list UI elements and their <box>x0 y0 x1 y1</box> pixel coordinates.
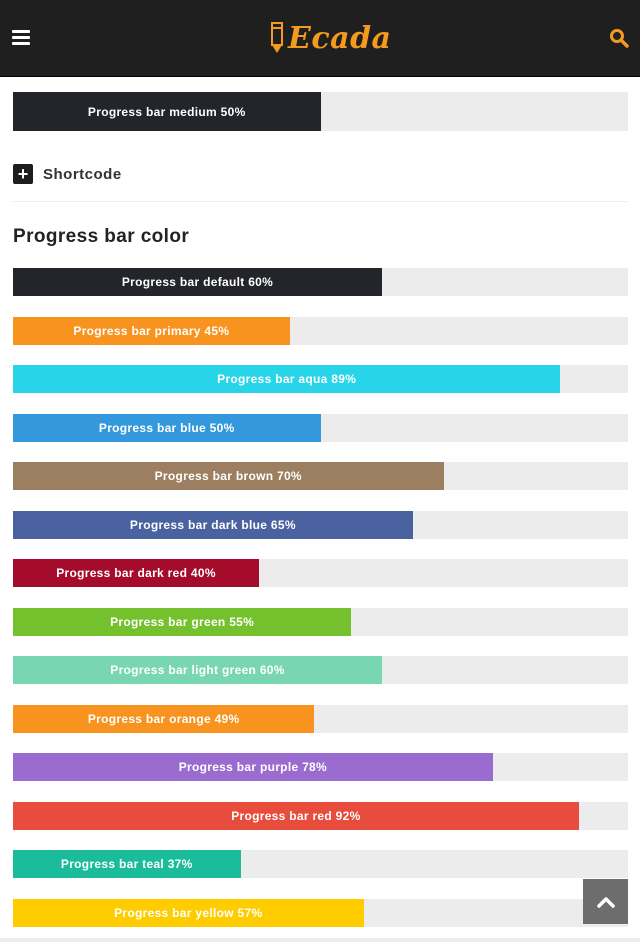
logo-text: Ecada <box>288 20 392 56</box>
progress-bar-fill: Progress bar default 60% <box>13 268 382 296</box>
plus-icon: + <box>13 164 33 184</box>
progress-bar-label: Progress bar orange 49% <box>87 711 240 726</box>
pencil-icon <box>271 22 283 53</box>
progress-bar-fill: Progress bar brown 70% <box>13 462 444 490</box>
progress-bar-fill: Progress bar purple 78% <box>13 753 493 781</box>
scroll-to-top-button[interactable] <box>583 879 628 924</box>
progress-bar-fill: Progress bar aqua 89% <box>13 365 561 393</box>
progress-bar: Progress bar primary 45% <box>13 316 628 345</box>
divider <box>13 201 628 202</box>
progress-bar-label: Progress bar dark blue 65% <box>129 517 296 532</box>
progress-bar-label: Progress bar blue 50% <box>98 420 235 435</box>
search-icon[interactable] <box>609 28 629 48</box>
progress-bar-label: Progress bar light green 60% <box>110 663 285 677</box>
progress-bar: Progress bar aqua 89% <box>13 365 628 393</box>
progress-bar: Progress bar purple 78% <box>13 753 628 781</box>
progress-bar: Progress bar light green 60% <box>13 656 628 684</box>
progress-bar: Progress bar brown 70% <box>13 462 628 490</box>
progress-bar-medium: Progress bar medium 50% <box>13 92 628 131</box>
progress-bar-label: Progress bar yellow 57% <box>114 905 263 920</box>
progress-bar-label: Progress bar green 55% <box>110 614 255 629</box>
progress-bar-label: Progress bar purple 78% <box>178 760 327 774</box>
progress-bar-fill: Progress bar green 55% <box>13 607 352 636</box>
top-navigation-bar: Ecada <box>0 0 640 77</box>
shortcode-toggle[interactable]: + Shortcode <box>13 164 122 184</box>
progress-bar-fill: Progress bar medium 50% <box>13 92 321 131</box>
progress-bar-label: Progress bar brown 70% <box>154 469 302 483</box>
progress-bar-fill: Progress bar primary 45% <box>13 316 290 345</box>
progress-bar: Progress bar orange 49% <box>13 704 628 733</box>
progress-bar: Progress bar dark blue 65% <box>13 510 628 539</box>
hamburger-menu-icon[interactable] <box>12 30 30 45</box>
progress-bar: Progress bar dark red 40% <box>13 559 628 587</box>
progress-bar-label: Progress bar aqua 89% <box>217 372 357 386</box>
progress-bar: Progress bar blue 50% <box>13 413 628 442</box>
progress-bar-label: Progress bar primary 45% <box>73 323 230 338</box>
progress-bar: Progress bar green 55% <box>13 607 628 636</box>
chevron-up-icon <box>596 896 615 908</box>
footer-edge <box>0 938 640 942</box>
progress-bar-label: Progress bar default 60% <box>121 275 274 289</box>
progress-bar-fill: Progress bar dark red 40% <box>13 559 259 587</box>
progress-bar-fill: Progress bar dark blue 65% <box>13 510 413 539</box>
progress-bar-fill: Progress bar light green 60% <box>13 656 382 684</box>
logo[interactable]: Ecada <box>270 18 392 58</box>
progress-bar: Progress bar teal 37% <box>13 850 628 878</box>
progress-bar-label: Progress bar medium 50% <box>87 104 246 119</box>
shortcode-label: Shortcode <box>43 165 122 183</box>
section-title: Progress bar color <box>13 226 190 247</box>
progress-bar-label: Progress bar dark red 40% <box>56 566 216 580</box>
progress-bar: Progress bar yellow 57% <box>13 898 628 927</box>
progress-bar-label: Progress bar teal 37% <box>60 857 193 871</box>
progress-bar: Progress bar default 60% <box>13 268 628 296</box>
progress-bar-label: Progress bar red 92% <box>231 808 361 823</box>
progress-bar-fill: Progress bar yellow 57% <box>13 898 364 927</box>
progress-bar-fill: Progress bar blue 50% <box>13 413 321 442</box>
progress-bar: Progress bar red 92% <box>13 801 628 830</box>
progress-bar-fill: Progress bar teal 37% <box>13 850 241 878</box>
progress-bar-fill: Progress bar orange 49% <box>13 704 315 733</box>
progress-bar-fill: Progress bar red 92% <box>13 801 579 830</box>
